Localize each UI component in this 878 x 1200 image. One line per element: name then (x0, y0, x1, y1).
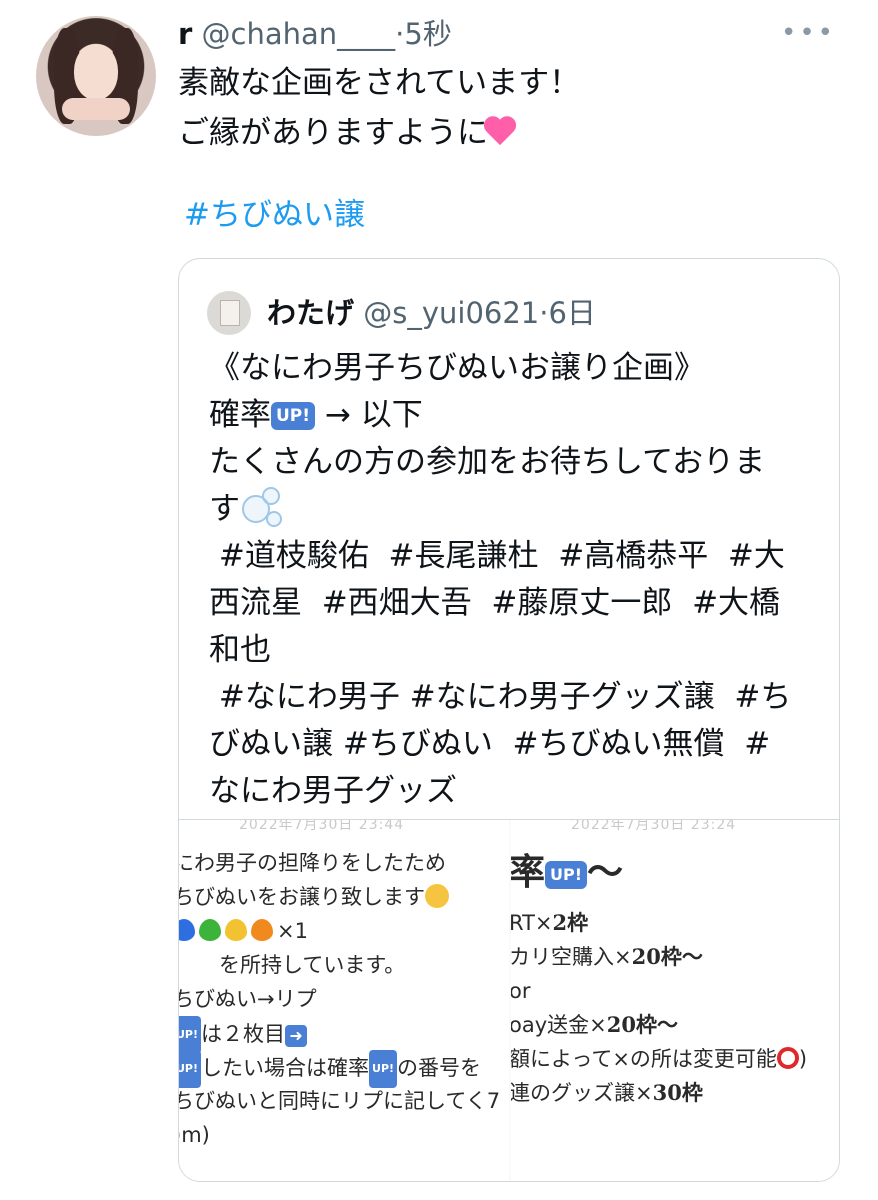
right-line2a: カリ空購入× (511, 945, 632, 969)
hashtags-line5[interactable]: びぬい譲 #ちびぬい #ちびぬい無償 # (209, 726, 770, 762)
right-title-suffix: 〜 (587, 852, 624, 893)
left-line2: ちびぬいをお譲り致します (179, 885, 425, 909)
media-image-left[interactable]: 2022年7月30日 23:44 にわ男子の担降りをしたため ちびぬいをお譲り致… (179, 820, 509, 1181)
right-line4a: oay送金× (511, 1013, 607, 1037)
left-line5: ちびぬい→リプ (179, 987, 317, 1011)
image-left-faded-header: 2022年7月30日 23:44 (239, 820, 405, 833)
quoted-media-grid: 2022年7月30日 23:44 にわ男子の担降りをしたため ちびぬいをお譲り致… (179, 819, 839, 1181)
right-line1b: 2枠 (552, 910, 589, 935)
right-line4-row: oay送金×20枠〜 (511, 1008, 678, 1042)
left-line3-suffix: ×1 (277, 919, 308, 943)
left-up-badge-icon-2: UP! (179, 1050, 202, 1088)
right-line6a: 連のグッズ譲× (511, 1081, 653, 1105)
hashtags-line4[interactable]: #なにわ男子 #なにわ男子グッズ譲 #ち (209, 679, 791, 715)
right-line4b: 20枠〜 (606, 1012, 678, 1037)
quoted-tweet-body: 《なにわ男子ちびぬいお譲り企画》 確率 UP! → 以下 たくさんの方の参加をお待… (209, 345, 809, 815)
right-line1-row: RT×2枠 (511, 906, 588, 940)
display-name[interactable]: r (178, 17, 192, 51)
left-up-badge-icon-3: UP! (369, 1050, 398, 1088)
participate-line2: す (209, 491, 240, 527)
participate-line1: たくさんの方の参加をお待ちしておりま (209, 444, 766, 480)
left-line7-row: UP!したい場合は確率UP!の番号を (179, 1050, 481, 1088)
quoted-user-handle[interactable]: @s_yui0621 (363, 296, 539, 330)
hashtags-line6[interactable]: なにわ男子グッズ (209, 773, 457, 809)
right-arrow-icon: ➜ (285, 1025, 308, 1047)
red-circle-icon (776, 1047, 799, 1069)
up-badge-icon: UP! (271, 402, 316, 430)
avatar-photo-card (220, 300, 240, 326)
orange-heart-icon (251, 919, 273, 941)
quoted-tweet-header: わたげ @s_yui0621·6日 (267, 291, 596, 335)
hashtags-line2[interactable]: 西流星 #西畑大吾 #藤原丈一郎 #大橋 (209, 585, 780, 621)
avatar-face (74, 44, 118, 100)
left-line4: を所持しています。 (219, 953, 406, 977)
user-avatar[interactable] (36, 16, 156, 136)
left-line6-row: UP!は２枚目➜ (179, 1016, 308, 1054)
right-line6b: 30枠 (652, 1080, 703, 1105)
quoted-display-name[interactable]: わたげ (267, 296, 354, 330)
left-line3-row: ×1 (179, 914, 308, 948)
quoted-timestamp[interactable]: 6日 (548, 296, 595, 330)
right-line1a: RT× (511, 911, 553, 935)
left-line1: にわ男子の担降りをしたため (179, 851, 446, 875)
more-dots-icon[interactable]: ••• (781, 20, 836, 46)
media-image-right[interactable]: 2022年7月30日 23:24 率 UP! 〜 RT×2枠 カリ空購入×20枠〜 … (511, 820, 839, 1181)
user-handle[interactable]: @chahan____ (202, 17, 396, 51)
header-separator: · (395, 17, 405, 51)
avatar-hands (62, 98, 130, 120)
tweet-header: r @chahan____·5秒 (178, 14, 452, 54)
left-line6: は２枚目 (201, 1022, 286, 1046)
quoted-title: 《なにわ男子ちびぬいお譲り企画》 (209, 350, 705, 386)
probability-suffix: → 以下 (324, 397, 423, 433)
bubbles-icon (240, 487, 284, 527)
right-line5-tail: ) (798, 1047, 808, 1071)
left-line8: ちびぬいと同時にリプに記してく7 (179, 1089, 501, 1113)
tweet-text-line2: ご縁がありますように (178, 115, 488, 151)
tweet-timestamp[interactable]: 5秒 (404, 17, 451, 51)
hashtags-line1[interactable]: #道枝駿佑 #長尾謙杜 #高橋恭平 #大 (209, 538, 785, 574)
hashtags-line3[interactable]: 和也 (209, 632, 271, 668)
left-line7a: したい場合は確率 (201, 1056, 370, 1080)
right-up-badge-icon: UP! (545, 861, 588, 889)
blue-heart-icon (179, 919, 195, 941)
left-up-badge-icon: UP! (179, 1016, 202, 1054)
right-line5-row: 額によって×の所は変更可能) (511, 1042, 807, 1076)
right-line6-row: 連のグッズ譲×30枠 (511, 1076, 703, 1110)
sparkling-hearts-icon (488, 117, 520, 147)
tweet-text-line1: 素敵な企画をされています！ (178, 65, 581, 101)
right-line3: or (511, 979, 531, 1003)
green-heart-icon (199, 919, 221, 941)
hashtag-link[interactable]: #ちびぬい譲 (184, 190, 365, 240)
yellow-heart-icon (225, 919, 247, 941)
tweet-body: 素敵な企画をされています！ ご縁がありますように (178, 58, 828, 158)
person-bowing-icon (425, 884, 449, 908)
left-line2-row: ちびぬいをお譲り致します (179, 880, 449, 914)
left-line7b: の番号を (397, 1056, 482, 1080)
right-line2b: 20枠〜 (631, 944, 703, 969)
image-right-faded-header: 2022年7月30日 23:24 (571, 820, 737, 833)
probability-prefix: 確率 (209, 397, 271, 433)
right-title: 率 (511, 852, 546, 893)
quoted-tweet-card[interactable]: わたげ @s_yui0621·6日 《なにわ男子ちびぬいお譲り企画》 確率 UP!… (178, 258, 840, 1182)
quoted-user-avatar[interactable] (207, 291, 251, 335)
right-line2-row: カリ空購入×20枠〜 (511, 940, 703, 974)
left-line9: )m) (179, 1123, 210, 1147)
right-line5: 額によって×の所は変更可能 (511, 1047, 777, 1071)
right-title-row: 率 UP! 〜 (511, 848, 623, 898)
